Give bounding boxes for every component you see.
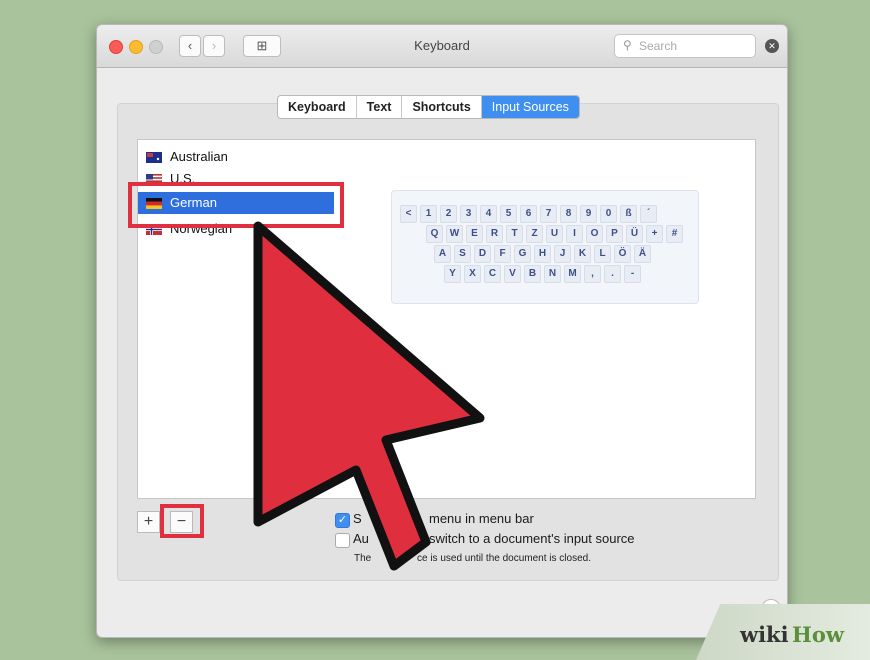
watermark-wiki: wiki (740, 622, 789, 647)
wikihow-watermark: wiki How (696, 604, 870, 660)
watermark-how: How (792, 622, 844, 647)
pointer-arrow-icon (253, 221, 485, 571)
